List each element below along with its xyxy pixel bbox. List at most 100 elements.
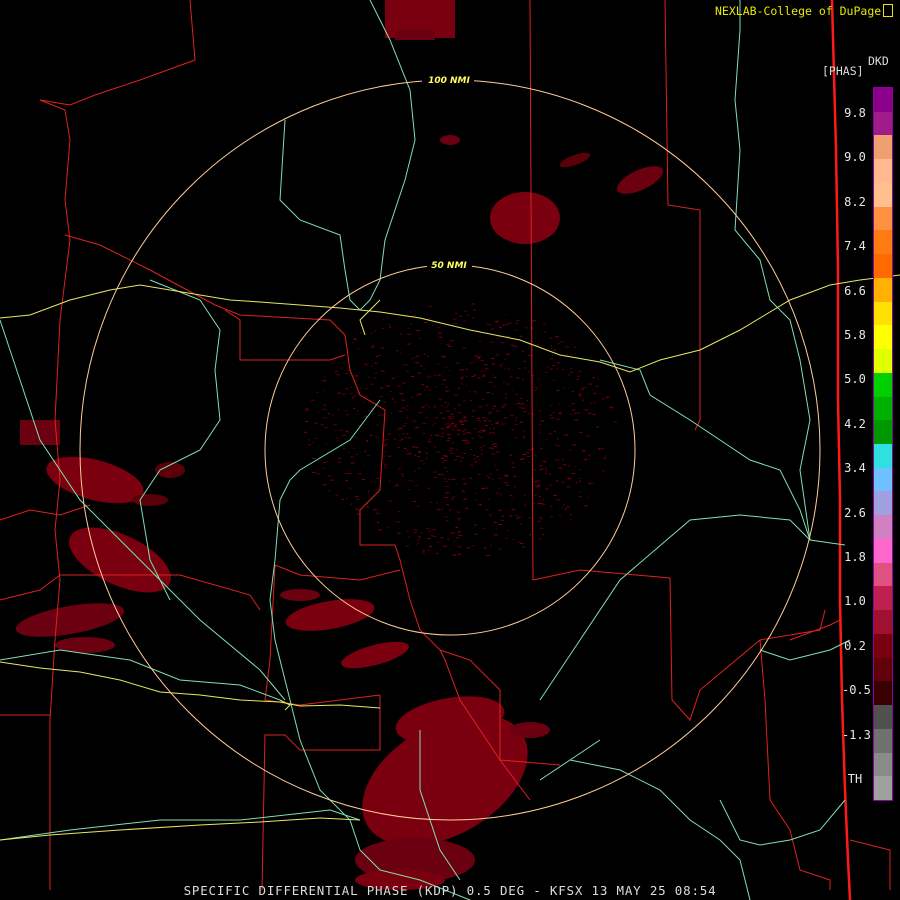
color-scale-swatch <box>874 349 892 374</box>
clutter-speck <box>430 535 434 537</box>
clutter-speck <box>523 430 525 432</box>
clutter-speck <box>512 538 514 540</box>
clutter-speck <box>364 395 367 397</box>
clutter-speck <box>526 405 528 407</box>
clutter-speck <box>448 426 451 428</box>
clutter-speck <box>429 438 431 440</box>
clutter-speck <box>532 320 534 322</box>
clutter-speck <box>335 494 339 496</box>
clutter-speck <box>465 385 467 387</box>
clutter-speck <box>335 437 339 439</box>
clutter-speck <box>473 461 478 463</box>
clutter-speck <box>541 518 543 520</box>
clutter-speck <box>477 431 482 433</box>
clutter-speck <box>552 349 557 351</box>
clutter-speck <box>593 402 596 404</box>
clutter-speck <box>485 509 489 511</box>
clutter-speck <box>539 410 542 412</box>
clutter-speck <box>495 422 499 424</box>
clutter-speck <box>568 374 570 376</box>
clutter-speck <box>553 494 558 496</box>
clutter-speck <box>418 451 421 453</box>
clutter-speck <box>504 397 507 399</box>
clutter-speck <box>397 511 401 513</box>
clutter-speck <box>569 514 572 516</box>
clutter-speck <box>491 392 494 394</box>
clutter-speck <box>448 370 451 372</box>
clutter-speck <box>473 455 475 456</box>
clutter-speck <box>376 488 379 490</box>
clutter-speck <box>498 509 502 511</box>
clutter-speck <box>533 389 537 391</box>
clutter-speck <box>387 323 391 325</box>
clutter-speck <box>455 526 458 528</box>
clutter-speck <box>478 406 483 408</box>
clutter-speck <box>314 422 318 424</box>
clutter-speck <box>399 352 401 354</box>
clutter-speck <box>477 435 481 437</box>
clutter-speck <box>461 383 463 385</box>
clutter-speck <box>588 455 590 457</box>
clutter-speck <box>342 362 345 364</box>
clutter-speck <box>493 522 497 523</box>
clutter-speck <box>534 481 537 483</box>
color-scale-swatch <box>874 705 892 730</box>
clutter-speck <box>471 415 474 417</box>
clutter-speck <box>441 457 445 459</box>
clutter-speck <box>435 451 440 453</box>
clutter-speck <box>556 368 559 370</box>
clutter-speck <box>463 417 467 419</box>
clutter-speck <box>524 367 527 369</box>
clutter-speck <box>350 386 352 388</box>
clutter-speck <box>488 412 491 414</box>
clutter-speck <box>418 467 421 469</box>
clutter-speck <box>355 436 358 438</box>
clutter-speck <box>483 420 487 422</box>
clutter-speck <box>556 390 560 392</box>
clutter-speck <box>516 377 520 379</box>
clutter-speck <box>440 374 442 375</box>
clutter-speck <box>422 550 425 552</box>
clutter-speck <box>422 433 425 434</box>
clutter-speck <box>527 412 530 414</box>
clutter-speck <box>536 344 540 346</box>
clutter-speck <box>476 392 478 394</box>
clutter-speck <box>443 407 446 409</box>
clutter-speck <box>484 368 489 370</box>
clutter-speck <box>312 458 316 459</box>
color-scale-swatch <box>874 135 892 160</box>
clutter-speck <box>428 317 432 319</box>
clutter-speck <box>404 447 407 449</box>
caption-elevation: 0.5 DEG <box>466 883 525 898</box>
clutter-speck <box>465 375 468 377</box>
clutter-speck <box>345 388 349 390</box>
clutter-speck <box>423 405 425 407</box>
clutter-speck <box>337 409 339 411</box>
clutter-speck <box>439 412 443 414</box>
clutter-speck <box>390 412 393 414</box>
clutter-speck <box>471 375 475 377</box>
clutter-speck <box>558 467 563 469</box>
clutter-speck <box>411 358 414 360</box>
clutter-speck <box>464 310 467 312</box>
clutter-speck <box>419 411 423 413</box>
clutter-speck <box>416 394 419 396</box>
radar-map[interactable]: 50 NMI 100 NMI <box>0 0 900 900</box>
clutter-speck <box>564 346 569 348</box>
clutter-speck <box>589 402 592 404</box>
clutter-speck <box>474 428 477 430</box>
clutter-speck <box>364 415 368 417</box>
clutter-speck <box>501 406 505 408</box>
clutter-speck <box>557 445 560 447</box>
clutter-speck <box>528 355 532 357</box>
clutter-speck <box>428 530 431 532</box>
clutter-speck <box>417 539 420 541</box>
clutter-speck <box>576 379 579 380</box>
clutter-speck <box>533 469 536 471</box>
clutter-speck <box>439 548 441 550</box>
clutter-speck <box>544 331 547 333</box>
clutter-speck <box>562 458 564 460</box>
clutter-speck <box>494 465 496 467</box>
clutter-speck <box>427 538 431 539</box>
clutter-speck <box>375 512 380 514</box>
